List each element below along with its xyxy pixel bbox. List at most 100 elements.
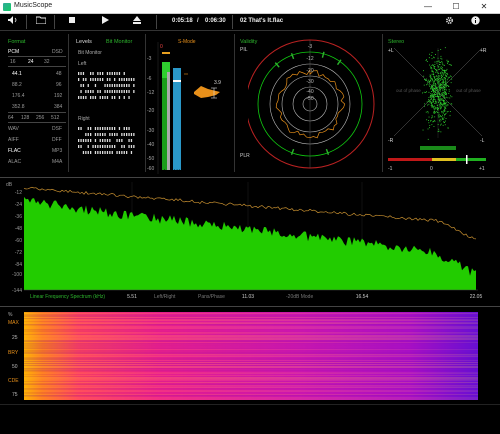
stereo-dot xyxy=(431,101,433,103)
type-alac: ALAC xyxy=(8,159,22,165)
stereo-dot xyxy=(431,58,433,60)
stereo-dot xyxy=(438,79,440,80)
stereo-dot xyxy=(425,111,427,113)
bit-cell xyxy=(99,78,101,81)
bit-cell xyxy=(80,127,82,130)
stereo-dot xyxy=(430,97,432,99)
stereo-dot xyxy=(436,79,438,81)
stereo-dot xyxy=(441,85,443,87)
freq-tick-3: 22.05 xyxy=(470,294,483,300)
stereo-dot xyxy=(444,114,445,116)
bit-cell xyxy=(118,151,121,154)
bit-cell xyxy=(90,127,92,130)
stop-icon[interactable] xyxy=(65,16,79,28)
window-title: MusicScope xyxy=(14,2,53,9)
stereo-dot xyxy=(442,75,443,77)
stereo-dot xyxy=(438,128,440,130)
close-button[interactable]: ✕ xyxy=(472,0,496,14)
bitmonitor-label: Bit Monitor xyxy=(106,39,133,45)
stereo-dot xyxy=(438,87,440,88)
bit-cell xyxy=(90,72,92,75)
stereo-dot xyxy=(442,118,444,120)
stereo-dot xyxy=(440,84,442,86)
stereo-dot xyxy=(437,98,439,100)
stereo-dot xyxy=(444,122,445,123)
stereo-dot xyxy=(445,86,447,88)
stereo-dot xyxy=(427,128,429,130)
stereo-dot xyxy=(442,87,444,89)
bit-cell xyxy=(87,84,89,87)
bit-cell xyxy=(114,133,116,136)
time-total: 0:06:30 xyxy=(205,18,226,24)
bit-cell xyxy=(114,78,116,81)
stereo-dot xyxy=(439,94,440,95)
stereo-dot xyxy=(437,81,438,83)
stereo-dot xyxy=(431,66,432,68)
stereo-dot xyxy=(442,72,444,73)
spectrum-y-tick: -60 xyxy=(15,238,22,244)
spectrum-fill xyxy=(24,196,476,290)
bit-cell xyxy=(97,151,99,154)
bit-cell xyxy=(85,133,87,136)
stereo-dot xyxy=(437,107,439,109)
stereo-dot xyxy=(431,88,433,90)
stereo-dot xyxy=(440,124,441,126)
stereo-dot xyxy=(438,114,440,116)
stereo-dot xyxy=(434,116,436,118)
eject-icon[interactable] xyxy=(130,16,144,28)
stereo-dot xyxy=(436,104,438,106)
stereo-dot xyxy=(431,115,433,117)
stereo-dot xyxy=(442,103,444,105)
bit-cell xyxy=(99,139,101,142)
bit-cell xyxy=(109,90,111,93)
spectrogram-tick-bry: BRY xyxy=(8,350,19,356)
bit-cell xyxy=(128,145,130,148)
stereo-dot xyxy=(432,74,434,75)
minimize-button[interactable]: — xyxy=(416,0,440,14)
stereo-dot xyxy=(434,64,436,65)
info-icon[interactable] xyxy=(468,16,482,28)
stereo-dot xyxy=(445,113,447,114)
smode-label: S-Mode xyxy=(178,39,196,45)
stereo-dot xyxy=(443,94,445,96)
bit-cell xyxy=(97,145,99,148)
maximize-button[interactable]: ☐ xyxy=(444,0,468,14)
stereo-minus-r: -R xyxy=(388,138,394,144)
stereo-dot xyxy=(429,85,431,87)
stereo-dot xyxy=(451,78,453,80)
bit-cell xyxy=(85,139,87,142)
stereo-dot xyxy=(433,96,435,98)
bit-cell xyxy=(121,145,123,148)
bit-cell xyxy=(90,90,92,93)
stereo-dot xyxy=(440,119,442,121)
stereo-dot xyxy=(450,64,451,66)
bit-cell xyxy=(102,145,104,148)
bit-cell xyxy=(87,151,89,154)
stereo-dot xyxy=(444,113,446,115)
stereo-dot xyxy=(438,78,440,79)
bit-cell xyxy=(118,96,121,99)
bit-cell xyxy=(121,78,123,81)
bit-cell xyxy=(78,127,80,130)
bit-cell xyxy=(123,78,125,81)
gear-icon[interactable] xyxy=(442,16,456,28)
bit-cell xyxy=(97,133,99,136)
bitmonitor-sub-label: Bit Monitor xyxy=(78,50,102,56)
open-folder-icon[interactable] xyxy=(34,16,48,28)
bit-cell xyxy=(133,133,135,136)
stereo-dot xyxy=(443,96,445,98)
stereo-dot xyxy=(433,106,434,108)
stereo-dot xyxy=(435,108,437,109)
bit-cell xyxy=(106,127,109,130)
stereo-dot xyxy=(428,103,430,105)
stereo-dot xyxy=(433,107,435,109)
stereo-dot xyxy=(436,96,438,97)
play-icon[interactable] xyxy=(98,16,112,28)
stereo-dot xyxy=(437,114,439,116)
bit-cell xyxy=(106,145,109,148)
bit-cell xyxy=(99,145,101,148)
bit-cell xyxy=(133,90,135,93)
bit-cell xyxy=(111,145,113,148)
volume-icon[interactable] xyxy=(6,16,20,28)
stereo-dot xyxy=(439,107,441,108)
